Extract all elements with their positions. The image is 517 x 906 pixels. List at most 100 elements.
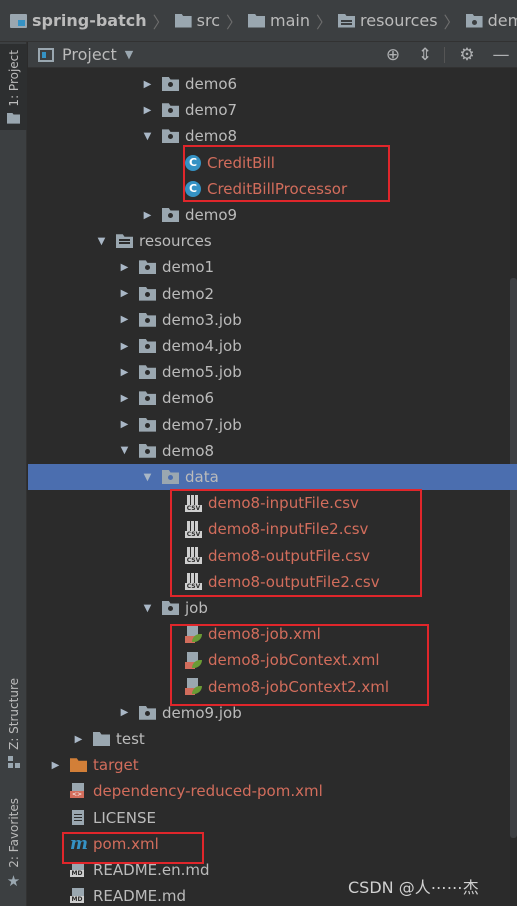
tree-row[interactable]: ▶ demo1 [28, 254, 517, 280]
chevron-right-icon[interactable]: ▶ [119, 419, 130, 430]
tree-row[interactable]: ▼ demo8 [28, 438, 517, 464]
tree-row[interactable]: ▼ resources [28, 228, 517, 254]
tree-item-label: resources [139, 232, 212, 251]
tree-row[interactable]: ▶ test [28, 726, 517, 752]
tree-row[interactable]: ▶ demo9.job [28, 700, 517, 726]
tree-row[interactable]: ▶ demo2 [28, 281, 517, 307]
view-mode-dropdown[interactable]: Project ▼ [38, 45, 133, 64]
package-folder-icon [139, 312, 156, 327]
tree-row[interactable]: ▶CSVdemo8-outputFile2.csv [28, 569, 517, 595]
tree-row[interactable]: ▶CCreditBillProcessor [28, 176, 517, 202]
chevron-down-icon[interactable]: ▼ [142, 603, 153, 614]
package-folder-icon [139, 391, 156, 406]
folder-icon [93, 732, 110, 746]
locate-file-button[interactable]: ⊕ [382, 44, 404, 66]
chevron-right-icon[interactable]: ▶ [119, 707, 130, 718]
chevron-right-icon[interactable]: ▶ [119, 262, 130, 273]
tree-row[interactable]: ▶demo8-job.xml [28, 621, 517, 647]
tree-item-label: demo8-jobContext2.xml [208, 677, 390, 696]
collapse-all-button[interactable]: ⇕ [414, 44, 436, 66]
csv-icon: CSV [185, 573, 202, 591]
tree-row[interactable]: ▼ demo8 [28, 123, 517, 149]
tree-item-label: pom.xml [93, 834, 159, 853]
tree-row[interactable]: ▶ demo9 [28, 202, 517, 228]
hide-panel-button[interactable]: — [490, 44, 512, 66]
tree-item-label: data [185, 468, 219, 486]
breadcrumb: spring-batch 〉 src 〉 main 〉 resources 〉 … [0, 0, 517, 42]
tree-row[interactable]: ▼ data [28, 464, 517, 490]
chevron-right-icon[interactable]: ▶ [119, 314, 130, 325]
star-icon: ★ [6, 871, 21, 890]
csv-icon: CSV [185, 520, 202, 538]
tab-favorites-label: 2: Favorites [6, 798, 21, 868]
settings-button[interactable]: ⚙ [456, 44, 478, 66]
tree-row[interactable]: ▶demo8-jobContext2.xml [28, 674, 517, 700]
tree-item-label: demo7.job [162, 415, 242, 434]
chevron-right-icon[interactable]: ▶ [142, 79, 153, 90]
tree-item-label: demo8-jobContext.xml [208, 651, 380, 670]
tree-item-label: demo6 [162, 389, 215, 408]
tree-row[interactable]: ▶demo8-jobContext.xml [28, 647, 517, 673]
tab-favorites[interactable]: 2: Favorites ★ [0, 798, 27, 890]
tree-row[interactable]: ▶mpom.xml [28, 831, 517, 857]
markdown-icon: MD [70, 862, 87, 878]
tree-row[interactable]: ▶ demo7.job [28, 412, 517, 438]
chevron-right-icon[interactable]: ▶ [142, 210, 153, 221]
tree-row[interactable]: ▶LICENSE [28, 805, 517, 831]
tab-project[interactable]: 1: Project [0, 44, 27, 130]
folder-icon [248, 13, 265, 28]
tree-item-label: demo6 [185, 75, 238, 93]
tree-row[interactable]: ▶CSVdemo8-outputFile.csv [28, 543, 517, 569]
package-folder-icon [162, 129, 179, 144]
breadcrumb-item-main[interactable]: main [248, 0, 310, 41]
breadcrumb-item-spring-batch[interactable]: spring-batch [10, 0, 147, 41]
chevron-down-icon[interactable]: ▼ [119, 445, 130, 456]
tree-row[interactable]: ▶ target [28, 752, 517, 778]
tree-row[interactable]: ▶CSVdemo8-inputFile.csv [28, 490, 517, 516]
tree-item-label: demo2 [162, 284, 215, 303]
project-tree[interactable]: ▶ demo6 ▶ demo7 ▼ demo8 ▶ C CreditBill ▶ C CreditBi… [28, 68, 517, 906]
tree-item-label: demo8 [185, 127, 238, 146]
breadcrumb-item-src[interactable]: src [174, 0, 220, 41]
tree-row[interactable]: ▶<>dependency-reduced-pom.xml [28, 778, 517, 804]
tree-row[interactable]: ▼ job [28, 595, 517, 621]
chevron-down-icon[interactable]: ▼ [142, 131, 153, 142]
package-folder-icon [162, 77, 179, 91]
chevron-right-icon[interactable]: ▶ [73, 734, 84, 745]
tree-row[interactable]: ▶ demo5.job [28, 359, 517, 385]
chevron-right-icon[interactable]: ▶ [119, 367, 130, 378]
tree-row[interactable]: ▶CSVdemo8-inputFile2.csv [28, 516, 517, 542]
chevron-right-icon[interactable]: ▶ [119, 393, 130, 404]
tree-item-label: target [93, 756, 139, 775]
chevron-down-icon[interactable]: ▼ [96, 236, 107, 247]
breadcrumb-item-demo8[interactable]: demo8 [465, 0, 517, 41]
tree-item-label: CreditBillProcessor [207, 179, 348, 198]
breadcrumb-item-resources[interactable]: resources [338, 0, 438, 41]
tree-row[interactable]: ▶ demo6 [28, 385, 517, 411]
chevron-right-icon[interactable]: ▶ [142, 105, 153, 116]
resources-folder-icon [116, 234, 133, 249]
chevron-right-icon[interactable]: ▶ [119, 288, 130, 299]
tree-item-label: demo9 [185, 206, 238, 224]
breadcrumb-separator-icon: 〉 [443, 12, 460, 32]
watermark: CSDN @人⋯⋯杰 [348, 878, 479, 897]
chevron-down-icon[interactable]: ▼ [142, 472, 153, 483]
tree-item-label: job [185, 599, 208, 617]
tab-structure[interactable]: Z: Structure [0, 678, 27, 768]
package-folder-icon [162, 470, 179, 484]
chevron-right-icon[interactable]: ▶ [50, 760, 61, 771]
tree-row[interactable]: ▶CCreditBill [28, 150, 517, 176]
tree-row[interactable]: ▶ demo3.job [28, 307, 517, 333]
chevron-right-icon[interactable]: ▶ [119, 341, 130, 352]
tree-item-label: demo8-inputFile.csv [208, 494, 359, 513]
tree-row[interactable]: ▶ demo6 [28, 71, 517, 97]
tab-project-label: 1: Project [6, 50, 21, 107]
tree-item-label: CreditBill [207, 153, 275, 172]
tab-structure-label: Z: Structure [6, 678, 21, 750]
resources-folder-icon [338, 13, 355, 28]
package-folder-icon [465, 13, 483, 28]
tree-row[interactable]: ▶ demo7 [28, 97, 517, 123]
gear-icon: ⚙ [459, 45, 475, 65]
tree-row[interactable]: ▶ demo4.job [28, 333, 517, 359]
spring-xml-icon [185, 651, 202, 669]
